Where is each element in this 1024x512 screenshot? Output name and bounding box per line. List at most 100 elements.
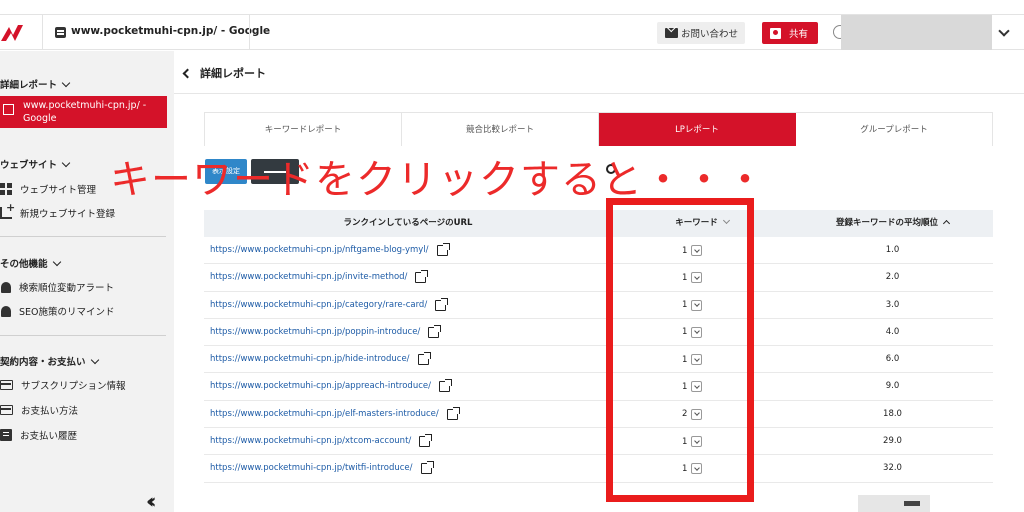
chevron-down-icon <box>61 78 71 87</box>
avg-rank-cell: 4.0 <box>885 326 900 337</box>
tab-lp-report[interactable]: LPレポート <box>599 113 796 146</box>
page-url-link[interactable]: https://www.pocketmuhi-cpn.jp/twitfi-int… <box>210 455 413 482</box>
sidebar-item-label: www.pocketmuhi-cpn.jp/ - Google <box>23 100 147 124</box>
column-header-avg-rank[interactable]: 登録キーワードの平均順位 <box>792 210 993 237</box>
brand-logo[interactable] <box>0 21 24 45</box>
divider <box>42 15 43 50</box>
sidebar-item-website-add[interactable]: 新規ウェブサイト登録 <box>0 201 116 220</box>
external-link-icon[interactable] <box>419 434 433 448</box>
avg-rank-cell: 1.0 <box>885 245 900 255</box>
avg-rank-cell: 2.0 <box>885 272 900 283</box>
url-cell: https://www.pocketmuhi-cpn.jp/category/r… <box>210 292 449 319</box>
app-root: www.pocketmuhi-cpn.jp/ - Google お問い合わせ 共… <box>0 0 1024 512</box>
page-url-link[interactable]: https://www.pocketmuhi-cpn.jp/poppin-int… <box>210 319 420 346</box>
sort-up-icon <box>942 219 951 228</box>
header-label: 登録キーワードの平均順位 <box>835 218 938 228</box>
url-cell: https://www.pocketmuhi-cpn.jp/elf-master… <box>210 401 460 428</box>
site-title[interactable]: www.pocketmuhi-cpn.jp/ - Google <box>71 25 270 37</box>
contact-label: お問い合わせ <box>681 29 739 40</box>
page-title: 詳細レポート <box>200 67 266 80</box>
sidebar-item-rank-alert[interactable]: 検索順位変動アラート <box>0 280 114 294</box>
share-icon <box>770 27 781 39</box>
sidebar-item-seo-remind[interactable]: SEO施策のリマインド <box>0 304 115 318</box>
table-row: https://www.pocketmuhi-cpn.jp/invite-met… <box>204 264 993 292</box>
contact-button[interactable]: お問い合わせ <box>657 22 745 44</box>
sidebar-group-other[interactable]: その他機能 <box>0 256 61 270</box>
top-bar: www.pocketmuhi-cpn.jp/ - Google お問い合わせ 共… <box>0 14 1024 50</box>
table-row: https://www.pocketmuhi-cpn.jp/twitfi-int… <box>204 455 993 483</box>
add-chart-icon <box>0 201 15 219</box>
sidebar-group-website[interactable]: ウェブサイト <box>0 157 71 171</box>
header-label: ランクインしているページのURL <box>343 218 473 228</box>
sidebar-group-label: ウェブサイト <box>0 160 58 171</box>
external-link-icon[interactable] <box>420 461 434 475</box>
url-cell: https://www.pocketmuhi-cpn.jp/xtcom-acco… <box>210 428 433 455</box>
external-link-icon[interactable] <box>436 243 450 256</box>
table-header: ランクインしているページのURL キーワード 登録キーワードの平均順位 <box>204 210 993 237</box>
sidebar-item-payment-history[interactable]: お支払い履歴 <box>0 428 77 442</box>
sidebar-group-contract[interactable]: 契約内容・お支払い <box>0 354 99 368</box>
url-cell: https://www.pocketmuhi-cpn.jp/twitfi-int… <box>210 455 434 482</box>
url-cell: https://www.pocketmuhi-cpn.jp/nftgame-bl… <box>210 237 450 264</box>
page-url-link[interactable]: https://www.pocketmuhi-cpn.jp/category/r… <box>210 292 427 319</box>
chevron-down-icon <box>61 158 71 167</box>
page-url-link[interactable]: https://www.pocketmuhi-cpn.jp/hide-intro… <box>210 346 410 373</box>
divider <box>0 335 166 336</box>
chevron-down-icon[interactable] <box>998 25 1010 37</box>
external-link-icon[interactable] <box>417 352 431 366</box>
share-label: 共有 <box>789 29 809 40</box>
external-link-icon[interactable] <box>446 406 460 420</box>
table-row: https://www.pocketmuhi-cpn.jp/category/r… <box>204 292 993 319</box>
page-url-link[interactable]: https://www.pocketmuhi-cpn.jp/appreach-i… <box>210 373 431 400</box>
horizontal-scrollbar[interactable] <box>858 495 930 512</box>
page-url-link[interactable]: https://www.pocketmuhi-cpn.jp/invite-met… <box>210 264 407 291</box>
back-chevron-icon[interactable] <box>182 68 193 79</box>
mail-icon <box>665 28 678 38</box>
sidebar-item-active-site[interactable]: www.pocketmuhi-cpn.jp/ - Google <box>0 96 167 128</box>
sidebar-group-label: 詳細レポート <box>0 80 58 91</box>
tab-keyword-report[interactable]: キーワードレポート <box>204 113 402 146</box>
avg-rank-cell: 29.0 <box>883 436 902 447</box>
external-link-icon[interactable] <box>415 270 429 284</box>
avg-rank-cell: 9.0 <box>885 381 900 392</box>
lp-report-table: ランクインしているページのURL キーワード 登録キーワードの平均順位 http… <box>204 210 993 483</box>
site-icon <box>55 27 66 38</box>
sidebar-item-label: 新規ウェブサイト登録 <box>20 209 116 220</box>
sidebar-item-subscription[interactable]: サブスクリプション情報 <box>0 378 126 392</box>
table-row: https://www.pocketmuhi-cpn.jp/nftgame-bl… <box>204 237 993 265</box>
double-chevron-left-icon[interactable]: ‹‹ <box>146 489 157 512</box>
tab-competitor-report[interactable]: 競合比較レポート <box>402 113 599 146</box>
table-row: https://www.pocketmuhi-cpn.jp/elf-master… <box>204 401 993 429</box>
card-icon <box>0 405 13 415</box>
table-row: https://www.pocketmuhi-cpn.jp/xtcom-acco… <box>204 428 993 456</box>
column-header-url: ランクインしているページのURL <box>204 210 612 237</box>
external-link-icon[interactable] <box>435 297 449 311</box>
avg-rank-cell: 6.0 <box>885 354 900 365</box>
divider <box>0 236 166 237</box>
sidebar-group-report[interactable]: 詳細レポート <box>0 77 71 91</box>
bell-icon <box>1 281 11 293</box>
card-icon <box>0 380 13 390</box>
chevron-down-icon <box>52 257 61 266</box>
sidebar-item-website-manage[interactable]: ウェブサイト管理 <box>0 182 96 196</box>
tab-group-report[interactable]: グループレポート <box>796 113 993 146</box>
url-cell: https://www.pocketmuhi-cpn.jp/appreach-i… <box>210 373 452 400</box>
page-url-link[interactable]: https://www.pocketmuhi-cpn.jp/nftgame-bl… <box>210 237 429 264</box>
account-area-redacted[interactable] <box>841 15 992 50</box>
external-link-icon[interactable] <box>428 324 442 338</box>
share-button[interactable]: 共有 <box>762 22 818 44</box>
table-row: https://www.pocketmuhi-cpn.jp/appreach-i… <box>204 373 993 401</box>
page-url-link[interactable]: https://www.pocketmuhi-cpn.jp/elf-master… <box>210 401 439 428</box>
sidebar-item-label: お支払い方法 <box>21 406 79 417</box>
building-icon <box>3 104 14 115</box>
chevron-down-icon <box>90 355 99 364</box>
sidebar-item-payment-method[interactable]: お支払い方法 <box>0 403 78 417</box>
table-row: https://www.pocketmuhi-cpn.jp/hide-intro… <box>204 346 993 374</box>
bell-icon <box>1 305 11 317</box>
table-row: https://www.pocketmuhi-cpn.jp/poppin-int… <box>204 319 993 347</box>
external-link-icon[interactable] <box>438 379 452 393</box>
sidebar-item-label: お支払い履歴 <box>20 431 78 442</box>
avg-rank-cell: 32.0 <box>883 463 902 474</box>
sidebar: 詳細レポート www.pocketmuhi-cpn.jp/ - Google ウ… <box>0 51 174 512</box>
page-url-link[interactable]: https://www.pocketmuhi-cpn.jp/xtcom-acco… <box>210 428 411 455</box>
